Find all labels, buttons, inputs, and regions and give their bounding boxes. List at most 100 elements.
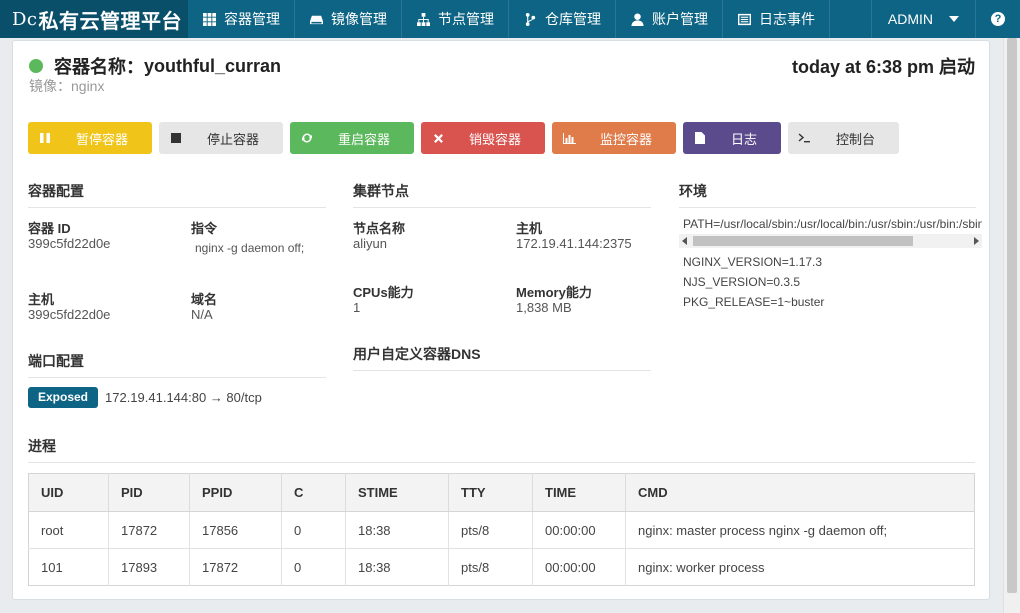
table-cell: 0	[281, 548, 346, 586]
user-menu[interactable]: ADMIN	[870, 0, 976, 38]
container-name: youthful_curran	[144, 55, 282, 76]
top-navbar: Dc 私有云管理平台 容器管理 镜像管理 节点管理 仓库管理 账户管理 日志事件…	[0, 0, 1020, 38]
column-header: PID	[108, 473, 190, 512]
scroll-right-icon[interactable]	[974, 237, 979, 245]
nav-item-label: 节点管理	[438, 11, 494, 27]
container-detail-panel: 容器名称： youthful_curran 镜像：nginx today at …	[12, 40, 990, 600]
brand-title: 私有云管理平台	[38, 10, 183, 33]
process-table: UID PID PPID C STIME TTY TIME CMD root 1…	[28, 473, 975, 586]
monitor-button-label: 监控容器	[599, 131, 652, 147]
cluster-node-heading: 集群节点	[353, 181, 651, 208]
column-header: UID	[28, 473, 109, 512]
table-cell: 00:00:00	[532, 511, 626, 549]
caret-down-icon	[949, 16, 959, 22]
user-name: ADMIN	[887, 11, 933, 27]
refresh-icon	[290, 132, 324, 144]
restart-button-label: 重启容器	[337, 131, 390, 147]
table-cell: 00:00:00	[532, 548, 626, 586]
table-cell: root	[28, 511, 109, 549]
node-name-value: aliyun	[353, 236, 387, 251]
command-label: 指令	[191, 221, 218, 236]
table-cell: nginx: master process nginx -g daemon of…	[625, 511, 975, 549]
pause-button[interactable]: 暂停容器	[28, 122, 152, 154]
table-cell: pts/8	[448, 511, 533, 549]
stop-button-label: 停止容器	[206, 131, 259, 147]
status-running-icon	[29, 59, 43, 73]
stop-button[interactable]: 停止容器	[159, 122, 283, 154]
cpu-capacity-label: CPUs能力	[353, 285, 414, 300]
command-value: nginx -g daemon off;	[195, 241, 305, 255]
restart-button[interactable]: 重启容器	[290, 122, 414, 154]
nav-item-label: 仓库管理	[545, 11, 601, 27]
memory-capacity-label: Memory能力	[516, 285, 592, 300]
started-time: today at 6:38 pm 启动	[791, 57, 975, 77]
table-cell: pts/8	[448, 548, 533, 586]
brand-logo-prefix: Dc	[12, 8, 38, 30]
sitemap-icon	[416, 12, 430, 26]
logs-button-label: 日志	[730, 131, 757, 147]
file-icon	[683, 132, 717, 144]
container-image: 镜像：nginx	[29, 78, 105, 94]
nav-item-label: 账户管理	[652, 11, 708, 27]
table-header-row: UID PID PPID C STIME TTY TIME CMD	[28, 473, 975, 512]
console-button-label: 控制台	[835, 131, 875, 147]
env-scrollbar[interactable]	[679, 234, 982, 248]
container-config-heading: 容器配置	[28, 181, 326, 208]
destroy-button-label: 销毁容器	[468, 131, 521, 147]
monitor-button[interactable]: 监控容器	[552, 122, 676, 154]
column-header: CMD	[625, 473, 975, 512]
bar-chart-icon	[552, 132, 586, 144]
nav-item-label: 日志事件	[759, 11, 815, 27]
env-var: NJS_VERSION=0.3.5	[683, 275, 801, 289]
table-cell: 17872	[108, 511, 190, 549]
scrollbar-thumb[interactable]	[1007, 38, 1017, 593]
node-name-label: 节点名称	[353, 221, 406, 236]
drive-icon	[309, 12, 323, 26]
table-cell: 101	[28, 548, 109, 586]
table-row: 101 17893 17872 0 18:38 pts/8 00:00:00 n…	[28, 548, 975, 586]
page-scrollbar[interactable]	[1003, 38, 1020, 613]
memory-capacity-value: 1,838 MB	[516, 300, 572, 315]
grid-icon	[202, 12, 216, 26]
column-header: PPID	[189, 473, 282, 512]
nav-item-registry[interactable]: 仓库管理	[509, 0, 616, 38]
column-header: TIME	[532, 473, 626, 512]
nav-item-accounts[interactable]: 账户管理	[616, 0, 723, 38]
table-cell: 17872	[189, 548, 282, 586]
pause-icon	[28, 132, 62, 144]
nav-item-containers[interactable]: 容器管理	[188, 0, 295, 38]
column-header: TTY	[448, 473, 533, 512]
table-cell: 18:38	[345, 548, 449, 586]
help-button[interactable]: ?	[976, 0, 1020, 38]
help-icon: ?	[991, 12, 1005, 26]
column-header: STIME	[345, 473, 449, 512]
custom-dns-heading: 用户自定义容器DNS	[353, 344, 651, 371]
env-path-box: PATH=/usr/local/sbin:/usr/local/bin:/usr…	[679, 213, 982, 251]
host-value: 399c5fd22d0e	[28, 307, 111, 322]
table-cell: nginx: worker process	[638, 559, 765, 575]
list-icon	[737, 12, 751, 26]
nav-item-nodes[interactable]: 节点管理	[402, 0, 509, 38]
scrollbar-thumb[interactable]	[693, 236, 913, 246]
table-cell: 17856	[189, 511, 282, 549]
exposed-badge: Exposed	[28, 387, 99, 408]
destroy-button[interactable]: 销毁容器	[421, 122, 545, 154]
terminal-icon	[788, 133, 822, 143]
cpu-capacity-value: 1	[353, 300, 361, 315]
node-host-value: 172.19.41.144:2375	[516, 236, 632, 251]
container-id-value: 399c5fd22d0e	[28, 236, 111, 251]
user-icon	[630, 12, 644, 26]
nav-item-images[interactable]: 镜像管理	[295, 0, 402, 38]
table-cell: 18:38	[345, 511, 449, 549]
console-button[interactable]: 控制台	[788, 122, 899, 154]
env-var: PKG_RELEASE=1~buster	[683, 295, 825, 309]
close-icon	[421, 133, 455, 144]
host-label: 主机	[28, 292, 55, 307]
pause-button-label: 暂停容器	[75, 131, 128, 147]
brand-logo[interactable]: Dc 私有云管理平台	[0, 0, 188, 38]
port-mapping: 172.19.41.144:80 → 80/tcp	[105, 390, 262, 405]
nav-item-label: 镜像管理	[331, 11, 387, 27]
scroll-left-icon[interactable]	[682, 237, 687, 245]
nav-item-logs[interactable]: 日志事件	[723, 0, 830, 38]
logs-button[interactable]: 日志	[683, 122, 781, 154]
